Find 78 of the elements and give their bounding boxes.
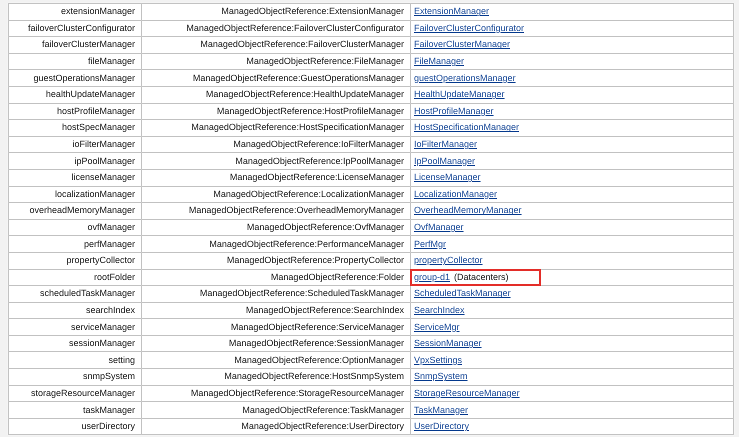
- property-type-cell: ManagedObjectReference:UserDirectory: [142, 418, 410, 435]
- property-type-cell: ManagedObjectReference:StorageResourceManager: [142, 385, 410, 402]
- property-type-cell: ManagedObjectReference:IpPoolManager: [142, 152, 410, 170]
- property-type-cell: ManagedObjectReference:OvfManager: [142, 219, 410, 236]
- property-type-cell: ManagedObjectReference:FailoverClusterManager: [142, 36, 410, 54]
- value-note: (Datacenters): [454, 272, 509, 282]
- property-type-cell: ManagedObjectReference:PropertyCollector: [142, 252, 410, 269]
- value-link[interactable]: ScheduledTaskManager: [414, 289, 511, 298]
- property-type-cell: ManagedObjectReference:ExtensionManager: [142, 4, 410, 20]
- value-link[interactable]: IoFilterManager: [414, 140, 478, 150]
- property-name-cell: scheduledTaskManager: [8, 286, 142, 302]
- property-name-cell: failoverClusterManager: [8, 36, 142, 54]
- property-name-cell: perfManager: [8, 236, 142, 252]
- value-link[interactable]: SessionManager: [414, 339, 482, 348]
- property-type-cell: ManagedObjectReference:IoFilterManager: [142, 136, 410, 153]
- property-name-cell: healthUpdateManager: [8, 86, 142, 104]
- property-name-cell: hostProfileManager: [8, 103, 142, 120]
- property-type-cell: ManagedObjectReference:PerformanceManager: [142, 236, 410, 252]
- property-name-cell: failoverClusterConfigurator: [8, 20, 142, 37]
- value-link[interactable]: LocalizationManager: [414, 190, 498, 199]
- property-name-cell: hostSpecManager: [8, 120, 142, 136]
- property-name-cell: setting: [8, 352, 142, 369]
- property-name-cell: taskManager: [8, 402, 142, 418]
- property-name-cell: searchIndex: [8, 302, 142, 319]
- property-name-cell: fileManager: [8, 53, 142, 70]
- value-link[interactable]: TaskManager: [414, 406, 468, 415]
- property-type-cell: ManagedObjectReference:SessionManager: [142, 335, 410, 352]
- value-link[interactable]: ServiceMgr: [414, 322, 460, 332]
- value-link[interactable]: HostSpecificationManager: [414, 123, 520, 132]
- property-name-cell: rootFolder: [8, 269, 142, 286]
- value-link[interactable]: ExtensionManager: [414, 7, 490, 16]
- value-link[interactable]: StorageResourceManager: [414, 388, 520, 398]
- property-type-cell: ManagedObjectReference:GuestOperationsManager: [142, 70, 410, 86]
- property-type-cell: ManagedObjectReference:LicenseManager: [142, 169, 410, 186]
- property-name-cell: snmpSystem: [8, 368, 142, 386]
- value-link[interactable]: VpxSettings: [414, 356, 462, 365]
- value-link[interactable]: OverheadMemoryManager: [414, 206, 522, 216]
- value-link[interactable]: SearchIndex: [414, 306, 465, 315]
- value-link[interactable]: OvfManager: [414, 223, 464, 232]
- property-type-cell: ManagedObjectReference:SearchIndex: [142, 302, 410, 319]
- property-type-cell: ManagedObjectReference:FileManager: [142, 53, 410, 70]
- value-link[interactable]: IpPoolManager: [414, 156, 476, 166]
- value-link[interactable]: propertyCollector: [414, 256, 483, 266]
- property-name-cell: ovfManager: [8, 219, 142, 236]
- property-type-cell: ManagedObjectReference:OptionManager: [142, 352, 410, 369]
- property-type-cell: ManagedObjectReference:HostProfileManager: [142, 103, 410, 120]
- property-name-cell: storageResourceManager: [8, 385, 142, 402]
- value-link[interactable]: FailoverClusterConfigurator: [414, 24, 524, 33]
- property-name-cell: serviceManager: [8, 318, 142, 336]
- property-type-cell: ManagedObjectReference:LocalizationManager: [142, 186, 410, 203]
- property-name-cell: ioFilterManager: [8, 136, 142, 153]
- property-type-cell: ManagedObjectReference:ServiceManager: [142, 318, 410, 336]
- property-type-cell: ManagedObjectReference:ScheduledTaskManager: [142, 286, 410, 302]
- property-type-cell: ManagedObjectReference:TaskManager: [142, 402, 410, 418]
- value-link[interactable]: FileManager: [414, 57, 464, 66]
- property-name-cell: ipPoolManager: [8, 152, 142, 170]
- property-type-cell: ManagedObjectReference:OverheadMemoryManager: [142, 202, 410, 220]
- property-name-cell: propertyCollector: [8, 252, 142, 269]
- property-type-cell: ManagedObjectReference:HostSpecificationManager: [142, 120, 410, 136]
- property-name-cell: userDirectory: [8, 418, 142, 435]
- property-type-cell: ManagedObjectReference:HealthUpdateManager: [142, 86, 410, 104]
- property-name-cell: localizationManager: [8, 186, 142, 203]
- property-name-cell: extensionManager: [8, 4, 142, 20]
- value-link[interactable]: HostProfileManager: [414, 106, 494, 116]
- property-name-cell: guestOperationsManager: [8, 70, 142, 86]
- value-link[interactable]: HealthUpdateManager: [414, 90, 505, 100]
- property-type-cell: ManagedObjectReference:HostSnmpSystem: [142, 368, 410, 386]
- property-name-cell: licenseManager: [8, 169, 142, 186]
- value-link[interactable]: FailoverClusterManager: [414, 40, 510, 50]
- value-link[interactable]: PerfMgr: [414, 240, 446, 249]
- property-type-cell: ManagedObjectReference:FailoverClusterConfigurator: [142, 20, 410, 37]
- value-link[interactable]: group-d1: [414, 272, 450, 282]
- property-name-cell: sessionManager: [8, 335, 142, 352]
- value-link[interactable]: SnmpSystem: [414, 372, 468, 382]
- property-name-cell: overheadMemoryManager: [8, 202, 142, 220]
- value-link[interactable]: UserDirectory: [414, 422, 470, 432]
- value-link[interactable]: LicenseManager: [414, 173, 481, 182]
- value-link[interactable]: guestOperationsManager: [414, 74, 516, 83]
